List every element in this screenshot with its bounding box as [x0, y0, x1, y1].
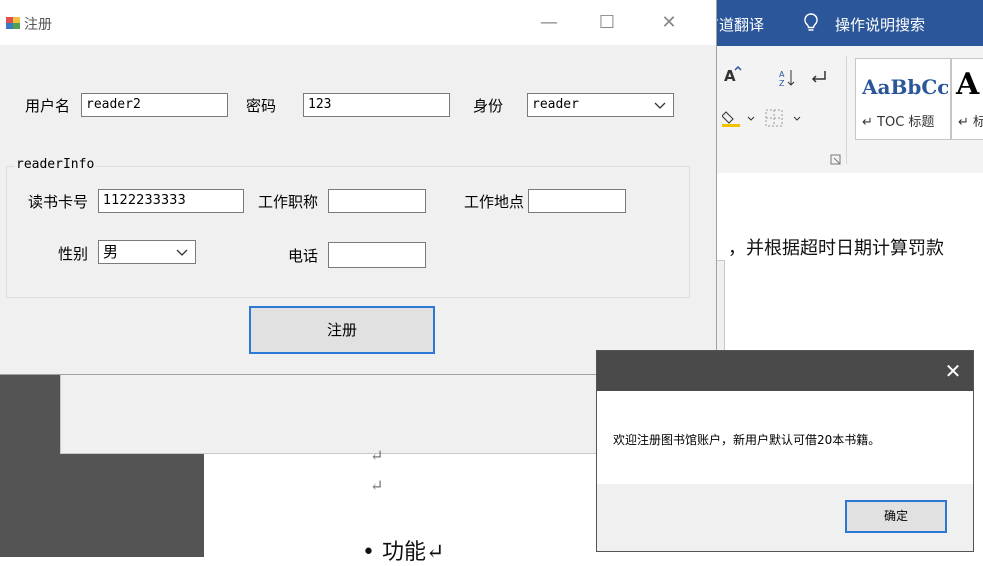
reader-info-group-title: readerInfo [14, 157, 97, 172]
message-box-title-bar[interactable]: ✕ [597, 351, 973, 391]
card-number-input[interactable]: 1122233333 [98, 189, 244, 213]
ok-button[interactable]: 确定 [845, 500, 947, 533]
style-name: ↵ 标 [958, 115, 983, 130]
shading-icon[interactable] [722, 108, 758, 128]
username-input[interactable]: reader2 [81, 93, 228, 117]
message-box-footer: 确定 [597, 484, 973, 551]
card-number-label: 读书卡号 [28, 193, 89, 211]
phone-label: 电话 [288, 247, 319, 265]
username-label: 用户名 [25, 97, 71, 115]
text-highlight-icon[interactable]: A [722, 66, 744, 84]
style-heading[interactable]: A ↵ 标 [951, 58, 983, 140]
svg-text:A: A [724, 67, 736, 84]
register-button[interactable]: 注册 [249, 306, 435, 354]
svg-text:A: A [779, 70, 785, 79]
paragraph-mark-icon[interactable] [808, 68, 828, 86]
borders-icon[interactable] [764, 108, 806, 128]
paragraph-mark: ↵ [370, 446, 384, 465]
heading-function: • 功能↵ [362, 540, 445, 565]
style-preview: AaBbCc [862, 75, 948, 99]
window-title: 注册 [24, 17, 52, 33]
password-label: 密码 [246, 97, 277, 115]
app-icon [6, 17, 20, 29]
tell-me-search[interactable]: 操作说明搜索 [835, 14, 925, 35]
paragraph-mark: ↵ [370, 476, 384, 495]
ribbon-title-bar: 有道翻译 操作说明搜索 [690, 0, 983, 46]
gender-label: 性别 [58, 245, 89, 263]
identity-select[interactable]: reader [527, 93, 674, 117]
document-text: ，并根据超时日期计算罚款 [728, 238, 944, 259]
identity-value: reader [532, 97, 579, 112]
maximize-button[interactable]: ☐ [592, 10, 622, 36]
work-place-label: 工作地点 [464, 193, 525, 211]
register-window: 注册 — ☐ ✕ 用户名 reader2 密码 123 身份 reader re… [0, 0, 717, 375]
close-button[interactable]: ✕ [654, 10, 684, 36]
ribbon-separator [846, 56, 847, 164]
message-text: 欢迎注册图书馆账户，新用户默认可借20本书籍。 [613, 433, 881, 447]
close-icon[interactable]: ✕ [941, 359, 965, 383]
password-input[interactable]: 123 [303, 93, 450, 117]
job-title-label: 工作职称 [258, 193, 319, 211]
dialog-launcher-icon[interactable] [830, 154, 842, 166]
style-toc-heading[interactable]: AaBbCc ↵ TOC 标题 [855, 58, 951, 140]
work-place-input[interactable] [528, 189, 626, 213]
style-preview: A [956, 67, 980, 102]
identity-label: 身份 [473, 97, 504, 115]
chevron-down-icon [176, 249, 188, 256]
gender-select[interactable]: 男 [98, 240, 196, 264]
svg-text:Z: Z [779, 79, 785, 88]
phone-input[interactable] [328, 242, 426, 268]
job-title-input[interactable] [328, 189, 426, 213]
style-name: ↵ TOC 标题 [862, 115, 935, 130]
sort-icon[interactable]: AZ [778, 68, 796, 88]
title-bar[interactable]: 注册 — ☐ ✕ [0, 0, 716, 45]
message-box: ✕ 欢迎注册图书馆账户，新用户默认可借20本书籍。 确定 [596, 350, 974, 552]
chevron-down-icon [654, 102, 666, 109]
gender-value: 男 [103, 243, 119, 261]
minimize-button[interactable]: — [534, 10, 564, 36]
lightbulb-icon [804, 13, 818, 31]
reader-info-group [6, 166, 690, 298]
